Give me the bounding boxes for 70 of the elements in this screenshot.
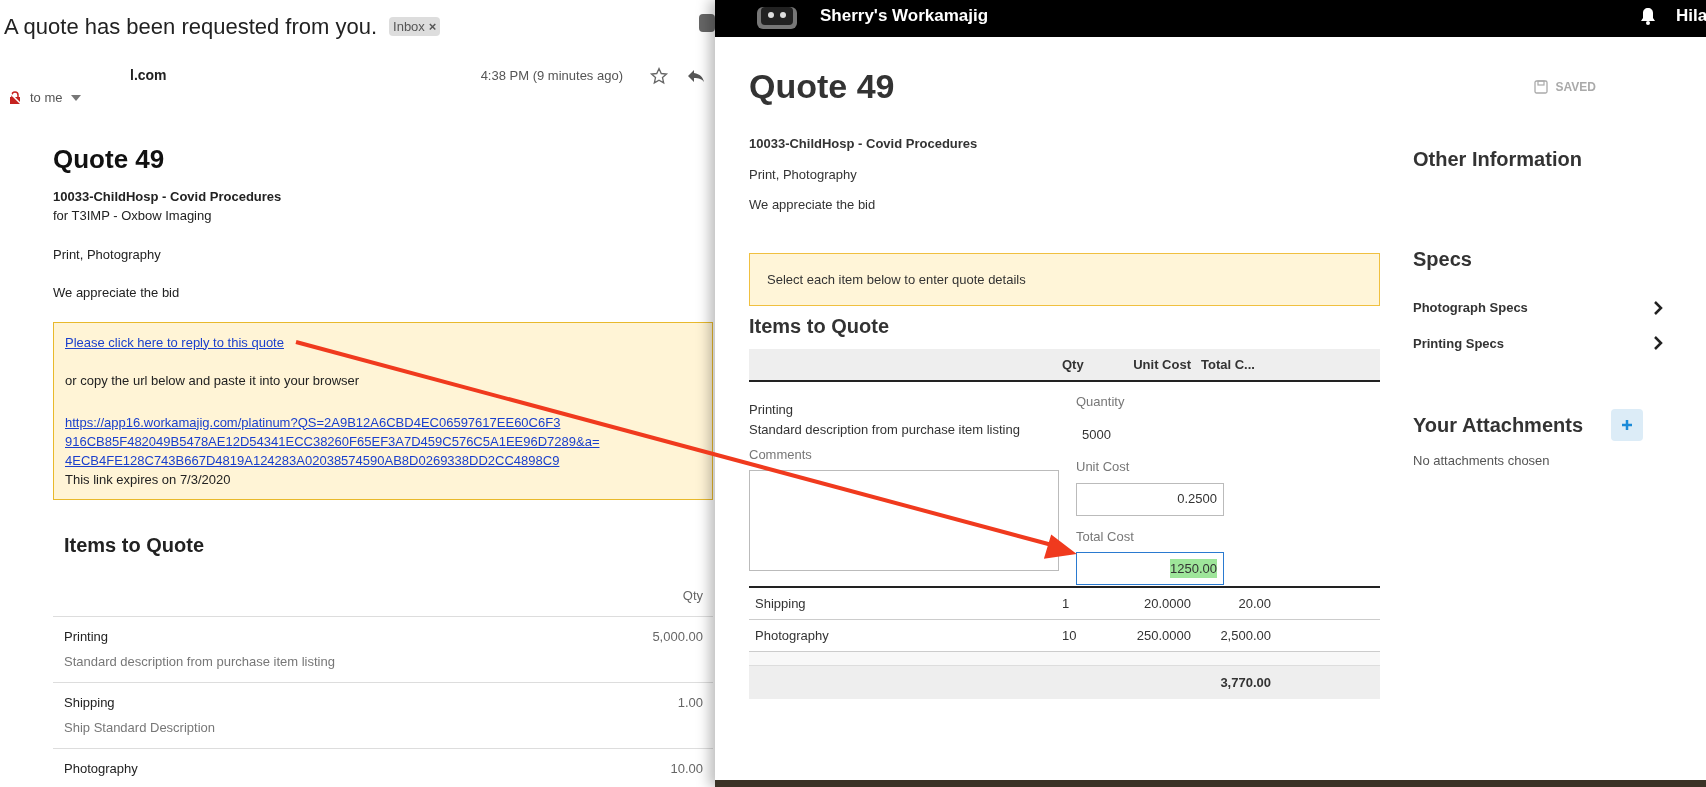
item-description: Standard description from purchase item listing [64, 653, 335, 671]
field-label: Quantity [1076, 393, 1126, 411]
grand-total: 3,770.00 [1219, 673, 1271, 692]
item-name: Printing [749, 401, 795, 419]
reply-link[interactable]: Please click here to reply to this quote [65, 332, 284, 352]
services-text: Print, Photography [53, 245, 162, 264]
crossed-lock-icon [8, 90, 22, 105]
table-cell-text: 20.00 [1237, 594, 1271, 613]
app-title: Sherry's Workamajig [820, 4, 989, 27]
link-expiry-text: This link expires on 7/3/2020 [65, 470, 232, 489]
table-cell-text: 250.0000 [1135, 626, 1191, 645]
star-icon[interactable] [649, 65, 669, 86]
message-text: We appreciate the bid [53, 284, 181, 302]
dropdown-caret-icon[interactable] [70, 94, 81, 101]
item-name: Printing [64, 627, 110, 646]
total-cost-field[interactable]: 1250.00 [1076, 552, 1224, 585]
chevron-right-icon [1653, 300, 1663, 315]
section-heading: Specs [1413, 247, 1473, 272]
table-cell-text: 20.0000 [1143, 594, 1191, 613]
field-label: Comments [749, 446, 813, 464]
project-name: 10033-ChildHosp - Covid Procedures [53, 187, 283, 206]
field-label: Unit Cost [1076, 458, 1131, 476]
robot-logo-icon [755, 6, 799, 31]
email-time: 4:38 PM (9 minutes ago) [480, 66, 623, 85]
quote-url-link[interactable]: https://app16.workamajig.com/platinum?QS=2A9B12A6CBD4EC06597617EE60C6F3 916CB85F482049B5478AE12D54341ECC38260F65EF3A7D459C576C5A1EE96D7289&a= 4ECB4FE128C743B667D4819A124283A02038574590AB8D0269338DD2CC4898C9 [65, 412, 600, 470]
email-subject: A quote has been requested from you. [4, 13, 378, 41]
quote-title: Quote 49 [53, 142, 166, 176]
item-quantity: 5,000.00 [652, 627, 703, 646]
item-name: Shipping [64, 693, 116, 712]
section-heading: Items to Quote [64, 533, 205, 558]
services-text: Print, Photography [749, 165, 858, 184]
table-cell-text: 1 [1062, 594, 1071, 613]
sender-address: l.com [130, 66, 167, 85]
specs-link[interactable]: Printing Specs [1413, 333, 1663, 353]
item-name: Photography [754, 626, 830, 645]
client-name: for T3IMP - Oxbow Imaging [53, 207, 213, 225]
save-status: SAVED [1533, 77, 1596, 96]
item-description: Ship Standard Description [64, 719, 216, 737]
item-quantity: 1.00 [677, 693, 703, 712]
item-description: Standard description from purchase item listing [749, 420, 1021, 439]
message-text: We appreciate the bid [749, 196, 877, 214]
comments-field[interactable] [749, 469, 1059, 571]
quote-title: Quote 49 [749, 66, 895, 107]
plus-icon [1621, 419, 1634, 431]
notice-box: Select each item below to enter quote details [749, 252, 1380, 306]
item-name: Shipping [754, 594, 807, 613]
column-header: Unit Cost [1132, 355, 1191, 374]
quantity-value: 5000 [1082, 425, 1112, 444]
notification-bell-icon[interactable] [1640, 6, 1656, 25]
item-quantity: 10.00 [670, 759, 703, 778]
project-name: 10033-ChildHosp - Covid Procedures [749, 135, 979, 153]
unit-cost-field[interactable]: 0.2500 [1076, 482, 1224, 516]
table-cell-text: 2,500.00 [1219, 626, 1271, 645]
table-cell-text: 10 [1062, 626, 1078, 645]
section-heading: Your Attachments [1413, 413, 1584, 438]
section-heading: Other Information [1413, 147, 1583, 172]
item-name: Photography [64, 759, 138, 778]
column-header: Total C... [1200, 355, 1256, 374]
inbox-label: Inbox × [389, 16, 441, 37]
column-header: Qty [1062, 355, 1085, 374]
add-attachment-button[interactable] [1611, 409, 1644, 441]
label-remove-button[interactable]: × [428, 16, 437, 37]
copy-instructions: or copy the url below and paste it into your browser [65, 372, 361, 390]
specs-link[interactable]: Photograph Specs [1413, 298, 1663, 318]
column-header: Qty [682, 587, 703, 605]
section-heading: Items to Quote [749, 314, 890, 339]
chevron-right-icon [1653, 336, 1663, 351]
field-label: Total Cost [1076, 527, 1135, 546]
empty-attachments-text: No attachments chosen [1413, 452, 1551, 470]
recipient-text: to me [30, 89, 63, 107]
